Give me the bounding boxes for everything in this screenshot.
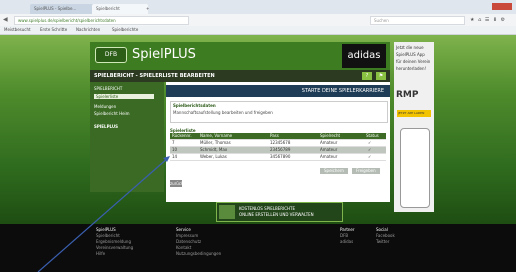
release-button[interactable]: Freigeben bbox=[352, 168, 380, 174]
sidebar-item-spielplus[interactable]: SPIELPLUS bbox=[94, 124, 118, 129]
table-row[interactable]: 7 Müller, Thomas 12345678 Amateur ✓ bbox=[170, 140, 386, 147]
bottom-advertisement[interactable]: KOSTENLOS SPIELBERICHTE ONLINE ERSTELLEN… bbox=[216, 202, 343, 222]
table-cell: Müller, Thomas bbox=[200, 140, 231, 145]
table-cell: 34567890 bbox=[270, 154, 291, 159]
sidebar-item-spielerliste[interactable]: Spielerliste bbox=[94, 94, 154, 99]
player-table: Spielerliste Rückennr. Name, Vorname Pas… bbox=[170, 128, 386, 161]
table-header: Rückennr. Name, Vorname Pass Spielrecht … bbox=[170, 133, 386, 140]
check-icon: ✓ bbox=[368, 140, 372, 145]
footer-link[interactable]: adidas bbox=[340, 239, 355, 245]
ad-image bbox=[219, 205, 235, 219]
table-cell: 14 bbox=[172, 154, 178, 159]
window-controls[interactable] bbox=[492, 3, 512, 10]
table-cell: Schmidt, Max bbox=[200, 147, 228, 152]
browser-tabbar: SpielPLUS - Spielbe... Spielbericht + bbox=[0, 0, 516, 14]
table-cell: Amateur bbox=[320, 147, 338, 152]
footer-link[interactable]: Hilfe bbox=[96, 251, 133, 257]
column-header[interactable]: Status bbox=[366, 133, 379, 139]
right-advertisement[interactable]: Jetzt die neue SpielPLUS App für deinen … bbox=[394, 42, 434, 212]
table-cell: 7 bbox=[172, 140, 175, 145]
help-icon[interactable]: ? bbox=[362, 72, 372, 80]
check-icon: ✓ bbox=[368, 147, 372, 152]
bookmark-item[interactable]: Meistbesucht bbox=[4, 27, 31, 32]
ad-text: KOSTENLOS SPIELBERICHTE bbox=[239, 206, 295, 211]
site-logo[interactable]: SpielPLUS bbox=[132, 47, 196, 62]
ad-promo-banner[interactable]: JETZT APP LADEN bbox=[397, 110, 431, 117]
bookmark-item[interactable]: Erste Schritte bbox=[40, 27, 67, 32]
column-header[interactable]: Name, Vorname bbox=[200, 133, 232, 139]
sidebar-item-meldungen[interactable]: Meldungen bbox=[94, 104, 116, 109]
table-cell: Amateur bbox=[320, 140, 338, 145]
table-cell: 10 bbox=[172, 147, 178, 152]
url-field[interactable]: www.spielplus.de/spielbericht/spielberic… bbox=[14, 16, 189, 25]
bookmark-item[interactable]: Nachrichten bbox=[76, 27, 100, 32]
column-header[interactable]: Spielrecht bbox=[320, 133, 340, 139]
table-row[interactable]: 14 Weber, Lukas 34567890 Amateur ✓ bbox=[170, 154, 386, 161]
footer-column: Social Facebook Twitter bbox=[376, 227, 395, 245]
logo-badge[interactable]: DFB bbox=[95, 47, 127, 63]
ad-text: für deinen Verein bbox=[396, 59, 431, 64]
ad-text: herunterladen! bbox=[396, 66, 427, 71]
column-header[interactable]: Rückennr. bbox=[172, 133, 192, 139]
sidebar-item-spielbericht[interactable]: Spielbericht Heim bbox=[94, 111, 130, 116]
ad-logo: RMP bbox=[396, 90, 419, 100]
content-banner[interactable]: STARTE DEINE SPIELERKARRIERE bbox=[166, 85, 390, 97]
column-header[interactable]: Pass bbox=[270, 133, 279, 139]
back-button[interactable]: zurück bbox=[170, 180, 183, 187]
toolbar-icons[interactable]: ★ ⌂ ☰ ⬇ ⚙ bbox=[470, 17, 506, 23]
table-cell: 12345678 bbox=[270, 140, 291, 145]
page-title: SPIELBERICHT - SPIELERLISTE BEARBEITEN bbox=[94, 73, 215, 79]
bookmarks-bar: Meistbesucht Erste Schritte Nachrichten … bbox=[0, 26, 516, 35]
sponsor-logo[interactable]: adidas bbox=[342, 44, 386, 68]
phone-image bbox=[400, 128, 430, 208]
check-icon: ✓ bbox=[368, 154, 372, 159]
footer-column: Service Impressum Datenschutz Kontakt Nu… bbox=[176, 227, 221, 257]
info-text: Mannschaftsaufstellung bearbeiten und fr… bbox=[173, 110, 273, 115]
site-footer: SpielPLUS Spielbericht Ergebnismeldung V… bbox=[0, 224, 516, 272]
search-input[interactable]: Suchen bbox=[370, 16, 465, 25]
info-heading: Spielberichtsdaten bbox=[173, 103, 216, 108]
user-icon[interactable]: ⚑ bbox=[376, 72, 386, 80]
table-cell: Weber, Lukas bbox=[200, 154, 227, 159]
footer-link[interactable]: Twitter bbox=[376, 239, 395, 245]
info-box: Spielberichtsdaten Mannschaftsaufstellun… bbox=[170, 101, 388, 123]
sidebar-heading: SPIELBERICHT bbox=[94, 86, 123, 91]
table-cell: 23456789 bbox=[270, 147, 291, 152]
footer-column: Partner DFB adidas bbox=[340, 227, 355, 245]
new-tab-button[interactable]: + bbox=[142, 4, 153, 14]
save-button[interactable]: Speichern bbox=[320, 168, 348, 174]
table-cell: Amateur bbox=[320, 154, 338, 159]
ad-text: Jetzt die neue bbox=[396, 45, 424, 50]
bookmark-item[interactable]: Spielberichte bbox=[112, 27, 138, 32]
ad-text: ONLINE ERSTELLEN UND VERWALTEN bbox=[239, 212, 314, 217]
browser-tab-active[interactable]: SpielPLUS - Spielbe... bbox=[30, 4, 98, 14]
page-title-bar: SPIELBERICHT - SPIELERLISTE BEARBEITEN ?… bbox=[90, 70, 390, 82]
footer-link[interactable]: Nutzungsbedingungen bbox=[176, 251, 221, 257]
table-row-selected[interactable]: 10 Schmidt, Max 23456789 Amateur ✓ bbox=[170, 147, 386, 154]
sidebar: SPIELBERICHT Spielerliste Meldungen Spie… bbox=[90, 82, 164, 192]
footer-column: SpielPLUS Spielbericht Ergebnismeldung V… bbox=[96, 227, 133, 257]
ad-text: SpielPLUS App bbox=[396, 52, 425, 57]
browser-tab[interactable]: Spielbericht bbox=[92, 4, 148, 14]
ad-promo-text: JETZT APP LADEN bbox=[398, 111, 425, 115]
back-icon[interactable]: ◀ bbox=[3, 16, 8, 23]
